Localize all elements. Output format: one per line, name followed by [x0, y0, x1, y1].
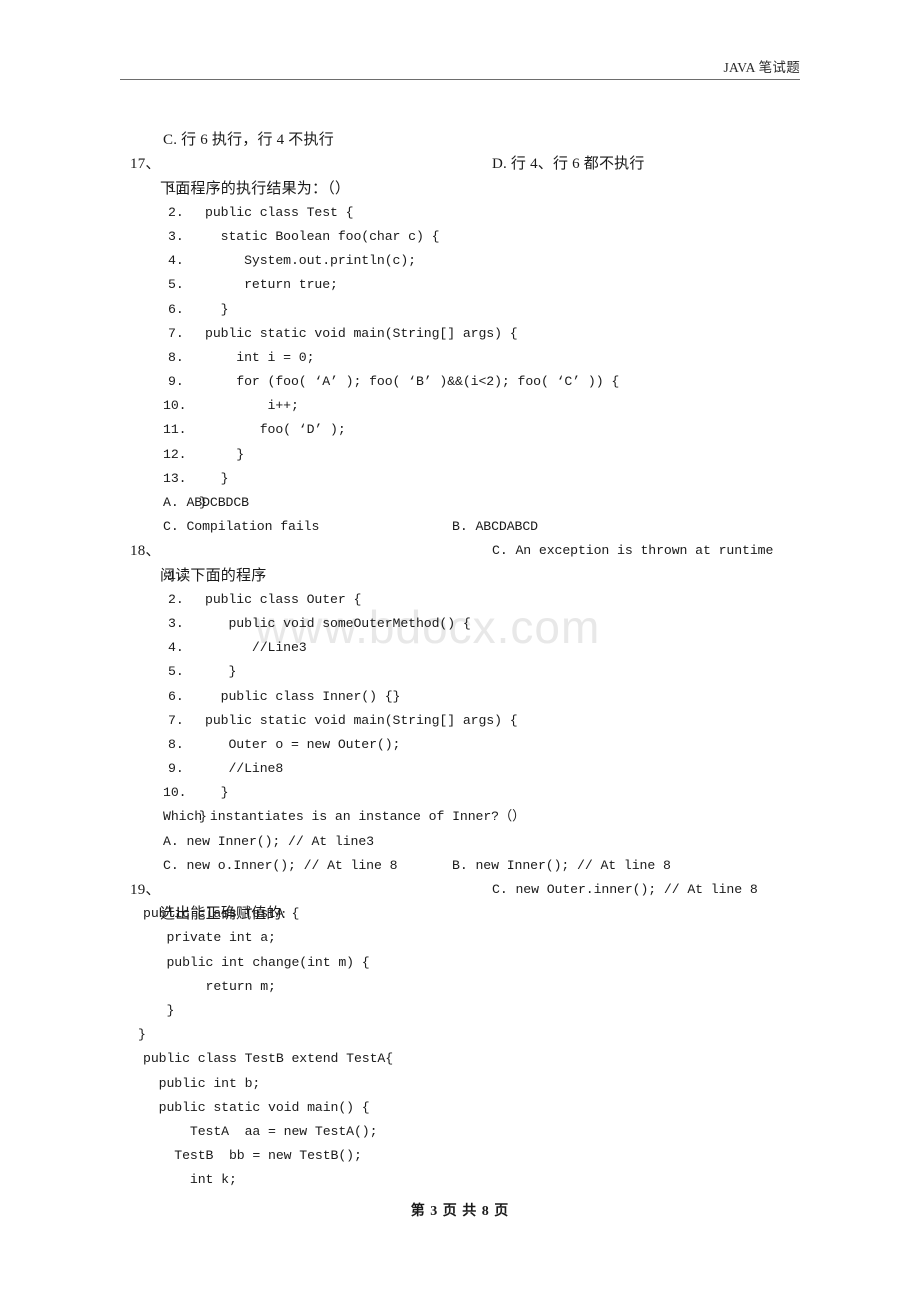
code-line: TestB bb = new TestB(); — [0, 1120, 920, 1163]
code-line: 8. for (foo( ‘A’ ); foo( ‘B’ )&&(i<2); f… — [0, 322, 920, 389]
code-line: 6. public static void main(String[] args… — [0, 273, 920, 341]
question-17-options-row: A. ABDCBDCB B. ABCDABCD — [0, 467, 920, 534]
code-line: public class TestB extend TestA{ — [0, 1023, 920, 1066]
code-line: 11. } — [0, 394, 920, 461]
code-line: 10. foo( ‘D’ ); — [0, 370, 920, 437]
code-line: 7. int i = 0; — [0, 298, 920, 365]
code-line-text: int k; — [143, 1172, 237, 1188]
code-line: TestA aa = new TestA(); — [0, 1096, 920, 1139]
code-line: public int change(int m) { — [0, 926, 920, 970]
code-line: 3. //Line3 — [0, 588, 920, 655]
code-line: public int b; — [0, 1047, 920, 1091]
code-line: } — [0, 975, 920, 1018]
page-footer: 第 3 页 共 8 页 — [410, 1204, 510, 1219]
code-line: 9. } — [0, 733, 920, 800]
code-line: 13. } — [0, 443, 920, 510]
code-line: 1. public class Test { — [0, 152, 920, 220]
code-line: 3. System.out.println(c); — [0, 201, 920, 268]
page-header: JAVA 笔试题 — [120, 56, 800, 80]
code-line: 2. public void someOuterMethod() { — [0, 564, 920, 631]
code-line: 2. static Boolean foo(char c) { — [0, 177, 920, 244]
carryover-option-row: C. 行 6 执行，行 4 不执行 D. 行 4、行 6 都不执行 — [0, 104, 920, 172]
code-line: 4. return true; — [0, 225, 920, 292]
code-line: 5. public class Inner() {} — [0, 636, 920, 703]
document-content: C. 行 6 执行，行 4 不执行 D. 行 4、行 6 都不执行 17、 下面… — [0, 104, 920, 1187]
code-line: public static void main() { — [0, 1072, 920, 1115]
header-title: JAVA 笔试题 — [723, 60, 800, 75]
code-line: } — [0, 999, 920, 1042]
code-line: public class TestA { — [0, 878, 920, 921]
question-17-options-row: C. Compilation fails C. An exception is … — [0, 491, 920, 558]
code-line: 10. } — [0, 757, 920, 824]
code-line: 1. public class Outer { — [0, 539, 920, 607]
code-line: 4. } — [0, 612, 920, 679]
code-line: 12. } — [0, 418, 920, 486]
document-page: www.bdocx.com JAVA 笔试题 C. 行 6 执行，行 4 不执行… — [0, 0, 920, 1302]
question-18-options-row: C. new o.Inner(); // At line 8 C. new Ou… — [0, 830, 920, 897]
code-line: private int a; — [0, 902, 920, 945]
code-line: 7. Outer o = new Outer(); — [0, 685, 920, 752]
question-18-options-row: A. new Inner(); // At line3 B. new Inner… — [0, 805, 920, 873]
code-line: return m; — [0, 951, 920, 994]
question-19-heading: 19、 选出能正确赋值的: — [0, 854, 920, 922]
code-line: 9. i++; — [0, 346, 920, 413]
code-line: 5. } — [0, 249, 920, 316]
question-18-subquestion: Which instantiates is an instance of Inn… — [0, 781, 920, 824]
question-18-heading: 18、 阅读下面的程序 — [0, 515, 920, 583]
header-rule — [120, 79, 800, 80]
question-17-heading: 17、 下面程序的执行结果为：（） — [0, 128, 920, 196]
code-line: 6. public static void main(String[] args… — [0, 660, 920, 728]
code-line: int k; — [0, 1144, 920, 1187]
code-line: 8. //Line8 — [0, 709, 920, 776]
